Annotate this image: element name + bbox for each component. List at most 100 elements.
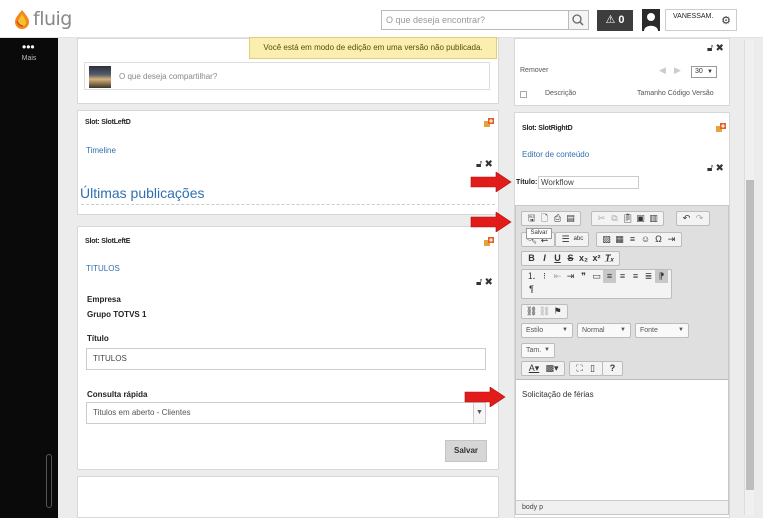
editor-content[interactable]: Solicitação de férias: [522, 390, 594, 399]
font-dropdown[interactable]: Fonte ▼: [635, 323, 689, 338]
add-widget-icon[interactable]: [716, 123, 726, 133]
lock-edit-icon[interactable]: 🔓︎: [707, 43, 713, 54]
page-scrollbar[interactable]: [744, 40, 754, 515]
save-button[interactable]: Salvar: [445, 440, 487, 462]
div-icon[interactable]: ▭: [590, 270, 603, 283]
prev-page-icon[interactable]: ◀: [659, 65, 666, 76]
chevron-down-icon: ▼: [620, 327, 626, 333]
smiley-icon[interactable]: ☺: [639, 233, 652, 246]
anchor-icon[interactable]: ⚑: [551, 305, 564, 318]
consulta-select[interactable]: Titulos em aberto - Clientes ▼: [86, 402, 486, 424]
column-descricao[interactable]: Descrição: [545, 90, 576, 97]
search-box[interactable]: [381, 10, 589, 30]
close-icon[interactable]: ✖: [715, 163, 723, 174]
more-label[interactable]: Mais: [0, 55, 58, 62]
paste-text-icon[interactable]: ▣: [634, 212, 647, 225]
blockquote-icon[interactable]: ❞: [577, 270, 590, 283]
column-tamanho-codigo-versao[interactable]: Tamanho Código Versão: [637, 90, 714, 97]
justify-icon[interactable]: ≣: [642, 270, 655, 283]
more-icon[interactable]: •••: [22, 41, 35, 53]
superscript-icon[interactable]: x²: [590, 252, 603, 265]
align-right-icon[interactable]: ≡: [629, 270, 642, 283]
alerts-button[interactable]: ⚠ 0: [597, 10, 633, 31]
remove-format-icon[interactable]: T̲ₓ: [603, 252, 616, 265]
align-center-icon[interactable]: ≡: [616, 270, 629, 283]
image-icon[interactable]: ▨: [600, 233, 613, 246]
subscript-icon[interactable]: x₂: [577, 252, 590, 265]
rtl-icon[interactable]: ¶: [525, 283, 538, 296]
share-box[interactable]: O que deseja compartilhar?: [84, 62, 490, 90]
table-icon[interactable]: ▦: [613, 233, 626, 246]
titulo-input[interactable]: TITULOS: [86, 348, 486, 370]
outdent-icon[interactable]: ⇤: [551, 270, 564, 283]
underline-icon[interactable]: U: [551, 252, 564, 265]
next-page-icon[interactable]: ▶: [674, 65, 681, 76]
user-menu[interactable]: VANESSAM. ⚙: [665, 9, 737, 31]
align-left-icon[interactable]: ≡: [603, 270, 616, 283]
copy-icon[interactable]: ⧉: [608, 212, 621, 225]
page-break-icon[interactable]: ⇥: [665, 233, 678, 246]
link-icon[interactable]: ⛓︎: [525, 305, 538, 318]
nav-scrollbar[interactable]: [46, 454, 52, 508]
bg-color-icon[interactable]: ▩▾: [543, 362, 561, 375]
left-nav: ••• Mais: [0, 38, 58, 518]
italic-icon[interactable]: I: [538, 252, 551, 265]
help-icon[interactable]: ?: [606, 362, 619, 375]
paste-word-icon[interactable]: ▥: [647, 212, 660, 225]
select-all-checkbox[interactable]: [520, 91, 527, 98]
close-icon[interactable]: ✖: [715, 43, 723, 54]
logo-drop-icon: [15, 10, 29, 29]
title-input[interactable]: Workflow: [538, 176, 639, 189]
bold-icon[interactable]: B: [525, 252, 538, 265]
edit-mode-notice: Você está em modo de edição em uma versã…: [249, 37, 497, 59]
lock-edit-icon[interactable]: 🔓︎: [476, 159, 482, 170]
add-widget-icon[interactable]: [484, 237, 494, 247]
page-size-select[interactable]: 30 ▼: [691, 66, 717, 78]
maximize-icon[interactable]: ⛶: [573, 362, 586, 375]
gear-icon[interactable]: ⚙: [721, 15, 731, 27]
close-icon[interactable]: ✖: [484, 159, 492, 170]
spellcheck-icon[interactable]: ᵃᵇᶜ: [572, 233, 585, 246]
search-button[interactable]: [568, 11, 588, 29]
lock-edit-icon[interactable]: 🔓︎: [476, 277, 482, 288]
cut-icon[interactable]: ✂: [595, 212, 608, 225]
add-widget-icon[interactable]: [484, 118, 494, 128]
templates-icon[interactable]: ▤: [564, 212, 577, 225]
show-blocks-icon[interactable]: ▯: [586, 362, 599, 375]
text-color-icon[interactable]: A▾: [525, 362, 543, 375]
format-dropdown[interactable]: Normal ▼: [577, 323, 631, 338]
divider: [81, 204, 495, 205]
style-dropdown[interactable]: Estilo ▼: [521, 323, 573, 338]
paste-icon[interactable]: 📋︎: [621, 212, 634, 225]
numbered-list-icon[interactable]: ⒈: [525, 270, 538, 283]
redo-icon[interactable]: ↷: [693, 212, 706, 225]
search-input[interactable]: [386, 13, 564, 27]
indent-icon[interactable]: ⇥: [564, 270, 577, 283]
titulos-link[interactable]: TITULOS: [86, 264, 120, 273]
lock-edit-icon[interactable]: 🔓︎: [707, 163, 713, 174]
ltr-icon[interactable]: ⁋: [655, 270, 668, 283]
share-input[interactable]: O que deseja compartilhar?: [119, 72, 217, 81]
size-dropdown[interactable]: Tam. ▼: [521, 343, 555, 358]
top-bar: fluig ⚠ 0 VANESSAM. ⚙: [0, 0, 763, 38]
select-all-icon[interactable]: ☰: [559, 233, 572, 246]
titulo-label: Título: [87, 334, 109, 343]
avatar[interactable]: [642, 9, 660, 31]
new-page-icon[interactable]: 🗋︎: [538, 212, 551, 225]
close-icon[interactable]: ✖: [484, 277, 492, 288]
save-icon[interactable]: 🖫︎: [525, 212, 538, 225]
content-editor-link[interactable]: Editor de conteúdo: [522, 150, 589, 159]
remove-link[interactable]: Remover: [520, 67, 548, 74]
share-thumbnail: [89, 66, 111, 88]
timeline-link[interactable]: Timeline: [86, 146, 116, 155]
bullet-list-icon[interactable]: ⁝: [538, 270, 551, 283]
preview-icon[interactable]: ⎙: [551, 212, 564, 225]
special-char-icon[interactable]: Ω: [652, 233, 665, 246]
strikethrough-icon[interactable]: S: [564, 252, 577, 265]
fluig-logo[interactable]: fluig: [14, 6, 74, 32]
unlink-icon[interactable]: ⛓︎: [538, 305, 551, 318]
warning-icon: ⚠: [605, 14, 616, 26]
undo-icon[interactable]: ↶: [680, 212, 693, 225]
horizontal-line-icon[interactable]: ≡: [626, 233, 639, 246]
scrollbar-thumb[interactable]: [746, 180, 754, 490]
